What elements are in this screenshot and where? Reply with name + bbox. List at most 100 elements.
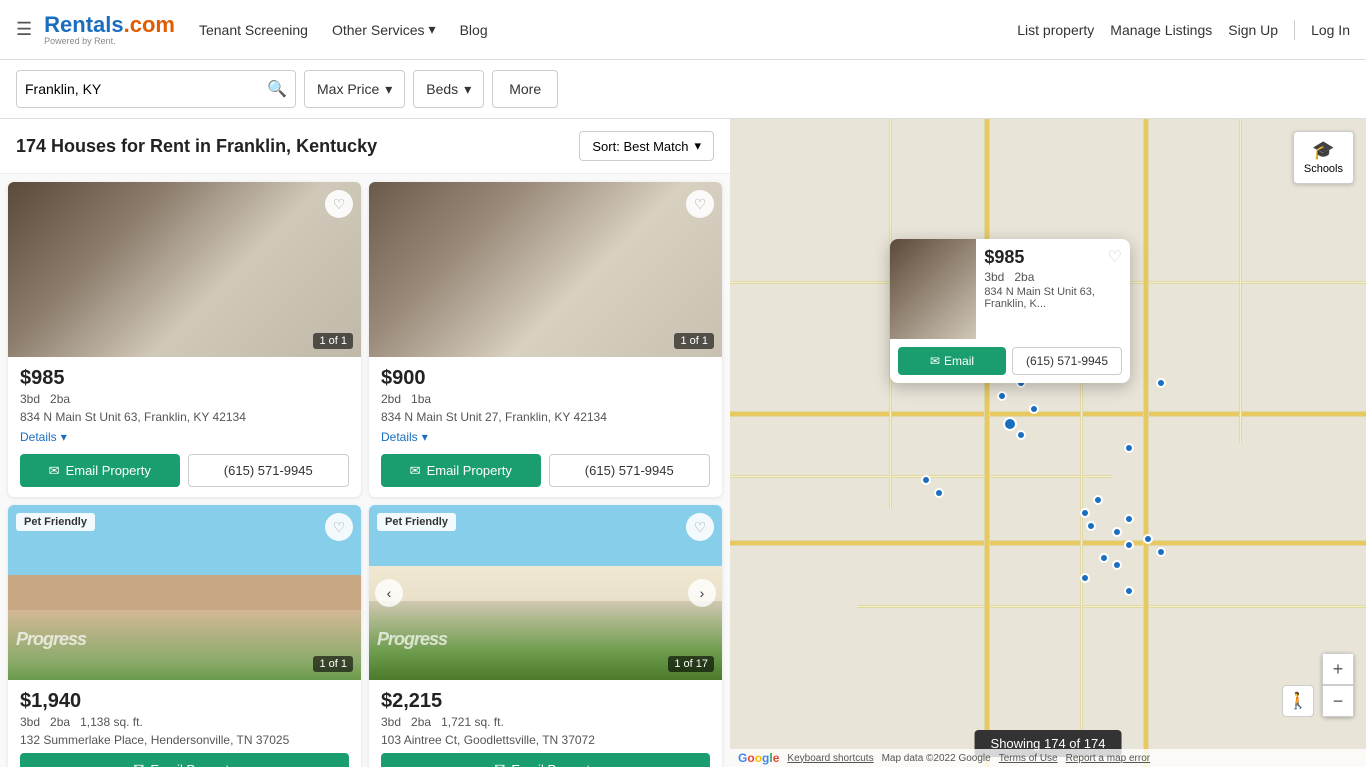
- map-marker[interactable]: [1112, 527, 1122, 537]
- map-marker[interactable]: [1080, 573, 1090, 583]
- map-marker[interactable]: [1124, 540, 1134, 550]
- details-link[interactable]: Details ▾: [381, 430, 710, 444]
- main-nav: Tenant Screening Other Services ▾ Blog: [199, 21, 1017, 38]
- carousel-next-button[interactable]: ›: [688, 579, 716, 607]
- map-marker[interactable]: [997, 391, 1007, 401]
- search-input-wrapper: 🔍: [16, 70, 296, 108]
- map-marker[interactable]: [1029, 404, 1039, 414]
- sort-button[interactable]: Sort: Best Match ▾: [579, 131, 714, 161]
- map-marker[interactable]: [1086, 521, 1096, 531]
- listing-card: Pet Friendly ♡ ‹ › Progress 1 of 17 $2,2…: [369, 505, 722, 767]
- map-marker[interactable]: [1003, 417, 1017, 431]
- listing-image: Pet Friendly ♡ ‹ › Progress 1 of 17: [369, 505, 722, 680]
- favorite-button[interactable]: ♡: [325, 513, 353, 541]
- map-marker[interactable]: [1099, 553, 1109, 563]
- pet-friendly-badge: Pet Friendly: [16, 513, 95, 531]
- popup-image: [890, 239, 976, 339]
- dropdown-chevron: ▾: [429, 21, 436, 38]
- listing-specs: 3bd 2ba 1,138 sq. ft.: [20, 715, 349, 729]
- sign-up-link[interactable]: Sign Up: [1228, 22, 1278, 38]
- popup-favorite-button[interactable]: ♡: [1108, 247, 1122, 267]
- email-property-button[interactable]: ✉ Email Property: [381, 753, 710, 767]
- schools-button[interactable]: 🎓 Schools: [1293, 131, 1354, 184]
- header-right: List property Manage Listings Sign Up Lo…: [1017, 20, 1350, 40]
- map-marker[interactable]: [1080, 508, 1090, 518]
- menu-icon[interactable]: ☰: [16, 19, 32, 40]
- listing-actions: ✉ Email Property (615) 571-9945: [20, 454, 349, 487]
- report-map-error[interactable]: Report a map error: [1066, 753, 1150, 764]
- search-bar: 🔍 Max Price ▾ Beds ▾ More: [0, 60, 1366, 119]
- map-background[interactable]: $985 ♡ 3bd 2ba 834 N Main St Unit 63, Fr…: [730, 119, 1366, 767]
- map-marker[interactable]: [1093, 495, 1103, 505]
- map-marker[interactable]: [1112, 560, 1122, 570]
- phone-button[interactable]: (615) 571-9945: [188, 454, 350, 487]
- beds-chevron: ▾: [464, 81, 471, 98]
- nav-blog[interactable]: Blog: [460, 22, 488, 38]
- listing-card: Pet Friendly ♡ Progress 1 of 1 $1,940 3b…: [8, 505, 361, 767]
- sort-chevron: ▾: [694, 138, 701, 154]
- listing-info: $900 2bd 1ba 834 N Main St Unit 27, Fran…: [369, 357, 722, 497]
- image-counter: 1 of 1: [313, 656, 353, 672]
- header: ☰ Rentals.com Powered by Rent. Tenant Sc…: [0, 0, 1366, 60]
- listing-address: 103 Aintree Ct, Goodlettsville, TN 37072: [381, 733, 710, 747]
- google-logo: Google: [738, 751, 779, 765]
- map-marker[interactable]: [934, 488, 944, 498]
- more-filter-button[interactable]: More: [492, 70, 558, 108]
- map-marker[interactable]: [1156, 547, 1166, 557]
- listings-grid: ♡ 1 of 1 $985 3bd 2ba 834 N Main St Unit…: [0, 174, 730, 767]
- favorite-button[interactable]: ♡: [686, 513, 714, 541]
- streetview-button[interactable]: 🚶: [1282, 685, 1314, 717]
- nav-other-services[interactable]: Other Services ▾: [332, 21, 436, 38]
- map-attribution: Google Keyboard shortcuts Map data ©2022…: [730, 749, 1366, 767]
- favorite-button[interactable]: ♡: [686, 190, 714, 218]
- listing-price: $985: [20, 367, 349, 390]
- details-chevron: ▾: [61, 430, 67, 444]
- phone-button[interactable]: (615) 571-9945: [549, 454, 711, 487]
- email-property-button[interactable]: ✉ Email Property: [381, 454, 541, 487]
- listing-image: ♡ 1 of 1: [369, 182, 722, 357]
- map-marker[interactable]: [1124, 443, 1134, 453]
- zoom-in-button[interactable]: +: [1322, 653, 1354, 685]
- manage-listings-link[interactable]: Manage Listings: [1110, 22, 1212, 38]
- max-price-filter[interactable]: Max Price ▾: [304, 70, 405, 108]
- beds-filter[interactable]: Beds ▾: [413, 70, 484, 108]
- map-marker[interactable]: [1124, 514, 1134, 524]
- details-chevron: ▾: [422, 430, 428, 444]
- map-marker[interactable]: [1156, 378, 1166, 388]
- popup-specs: 3bd 2ba: [984, 270, 1122, 284]
- search-button[interactable]: 🔍: [267, 79, 287, 99]
- logo[interactable]: Rentals.com Powered by Rent.: [44, 14, 175, 46]
- listing-specs: 3bd 2ba 1,721 sq. ft.: [381, 715, 710, 729]
- zoom-controls: + −: [1322, 653, 1354, 717]
- image-counter: 1 of 1: [674, 333, 714, 349]
- popup-address: 834 N Main St Unit 63, Franklin, K...: [984, 286, 1122, 310]
- map-marker[interactable]: [921, 475, 931, 485]
- popup-top: $985 ♡ 3bd 2ba 834 N Main St Unit 63, Fr…: [890, 239, 1130, 339]
- listing-actions: ✉ Email Property: [20, 753, 349, 767]
- map-marker[interactable]: [1016, 430, 1026, 440]
- image-counter: 1 of 17: [668, 656, 714, 672]
- results-header: 174 Houses for Rent in Franklin, Kentuck…: [0, 119, 730, 174]
- details-link[interactable]: Details ▾: [20, 430, 349, 444]
- listing-info: $1,940 3bd 2ba 1,138 sq. ft. 132 Summerl…: [8, 680, 361, 767]
- popup-email-button[interactable]: ✉ Email: [898, 347, 1006, 375]
- zoom-out-button[interactable]: −: [1322, 685, 1354, 717]
- terms-of-use[interactable]: Terms of Use: [999, 753, 1058, 764]
- nav-tenant-screening[interactable]: Tenant Screening: [199, 22, 308, 38]
- email-property-button[interactable]: ✉ Email Property: [20, 454, 180, 487]
- popup-actions: ✉ Email (615) 571-9945: [890, 339, 1130, 383]
- log-in-link[interactable]: Log In: [1311, 22, 1350, 38]
- search-input[interactable]: [25, 81, 267, 97]
- listing-price: $2,215: [381, 690, 710, 713]
- listing-image: ♡ 1 of 1: [8, 182, 361, 357]
- list-property-link[interactable]: List property: [1017, 22, 1094, 38]
- keyboard-shortcuts[interactable]: Keyboard shortcuts: [787, 753, 873, 764]
- carousel-prev-button[interactable]: ‹: [375, 579, 403, 607]
- popup-phone-button[interactable]: (615) 571-9945: [1012, 347, 1122, 375]
- logo-subtext: Powered by Rent.: [44, 36, 175, 46]
- email-property-button[interactable]: ✉ Email Property: [20, 753, 349, 767]
- map-marker[interactable]: [1124, 586, 1134, 596]
- map-panel: $985 ♡ 3bd 2ba 834 N Main St Unit 63, Fr…: [730, 119, 1366, 767]
- favorite-button[interactable]: ♡: [325, 190, 353, 218]
- popup-price: $985: [984, 247, 1024, 268]
